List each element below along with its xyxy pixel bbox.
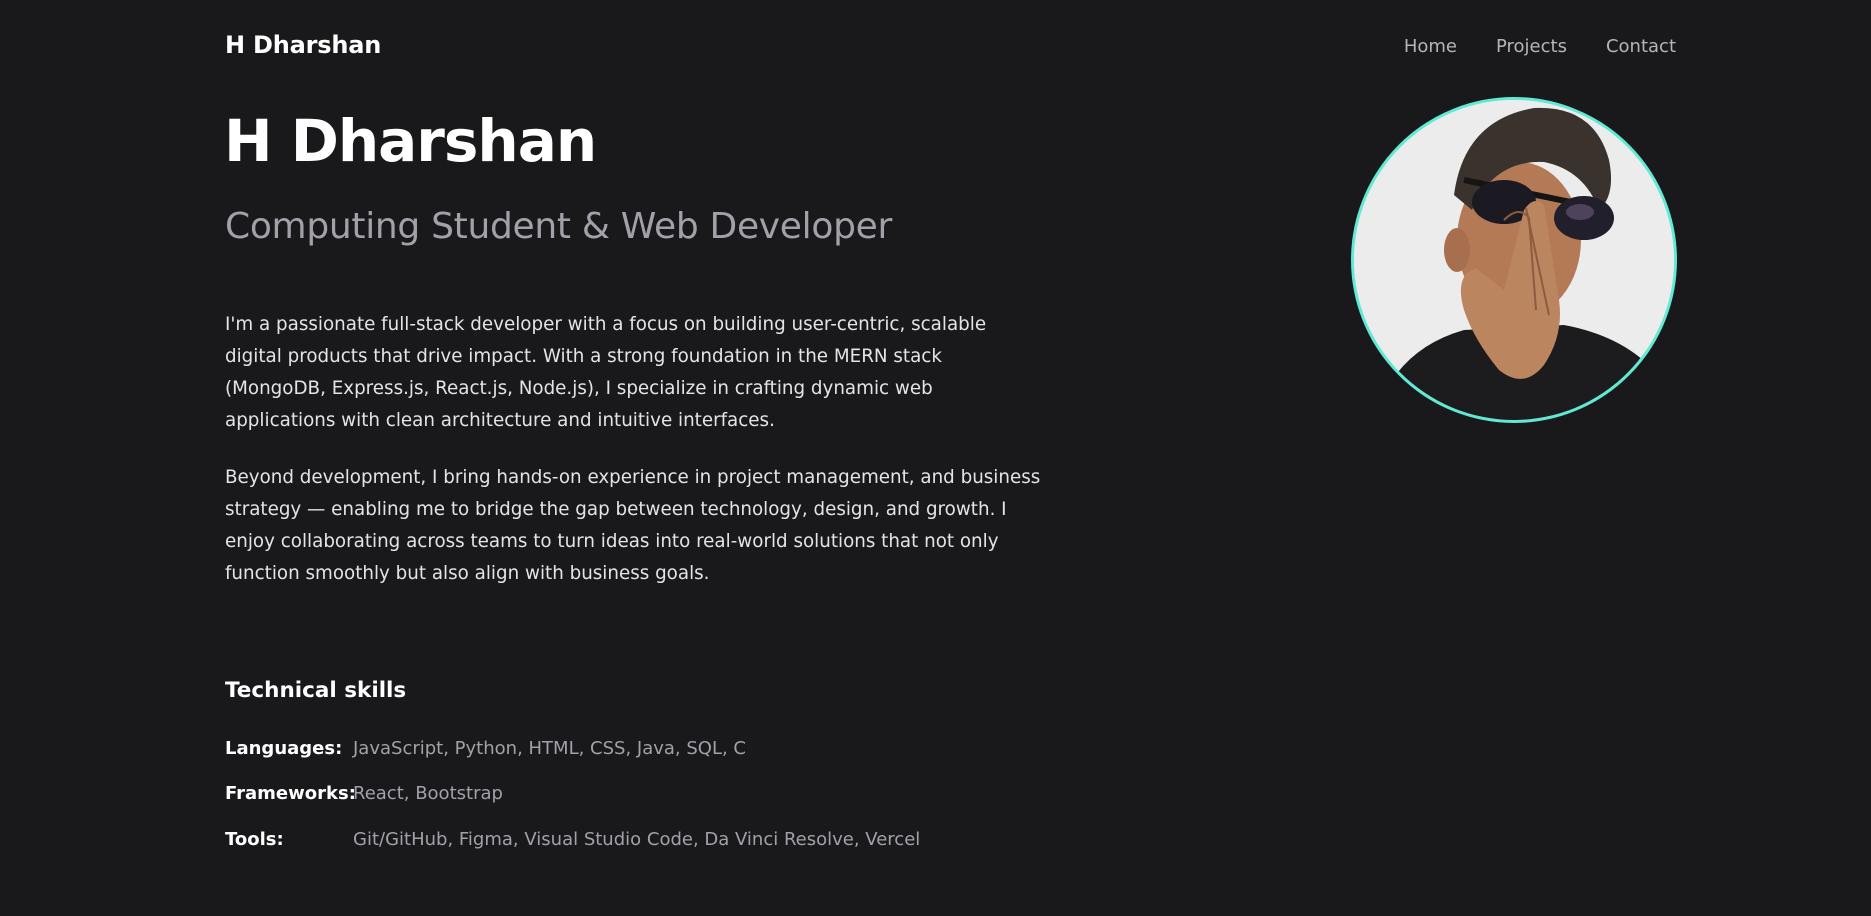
skills-list: Languages: JavaScript, Python, HTML, CSS… — [225, 738, 920, 874]
top-nav: Home Projects Contact — [1404, 36, 1676, 57]
bio-paragraph-2: Beyond development, I bring hands-on exp… — [225, 467, 1041, 584]
skill-label: Frameworks: — [225, 783, 356, 804]
skill-row-languages: Languages: JavaScript, Python, HTML, CSS… — [225, 738, 920, 783]
skill-label: Tools: — [225, 829, 284, 850]
skills-title: Technical skills — [225, 678, 407, 703]
nav-link-home[interactable]: Home — [1404, 36, 1457, 57]
hero-role: Computing Student & Web Developer — [225, 206, 892, 247]
skill-row-tools: Tools: Git/GitHub, Figma, Visual Studio … — [225, 829, 920, 874]
nav-link-contact[interactable]: Contact — [1606, 36, 1676, 57]
brand-logo-link[interactable]: H Dharshan — [225, 31, 381, 59]
skill-value: React, Bootstrap — [353, 783, 503, 804]
skill-value: JavaScript, Python, HTML, CSS, Java, SQL… — [353, 738, 747, 759]
nav-link-projects[interactable]: Projects — [1496, 36, 1567, 57]
skill-label: Languages: — [225, 738, 343, 759]
bio-paragraph-1: I'm a passionate full-stack developer wi… — [225, 314, 987, 431]
bio-section: I'm a passionate full-stack developer wi… — [225, 309, 1045, 615]
skill-value: Git/GitHub, Figma, Visual Studio Code, D… — [353, 829, 921, 850]
skill-row-frameworks: Frameworks: React, Bootstrap — [225, 783, 920, 828]
profile-photo-icon — [1354, 100, 1674, 420]
profile-photo — [1351, 97, 1677, 423]
hero-name: H Dharshan — [224, 107, 597, 175]
portfolio-page: H Dharshan Home Projects Contact H Dhars… — [0, 0, 1871, 916]
